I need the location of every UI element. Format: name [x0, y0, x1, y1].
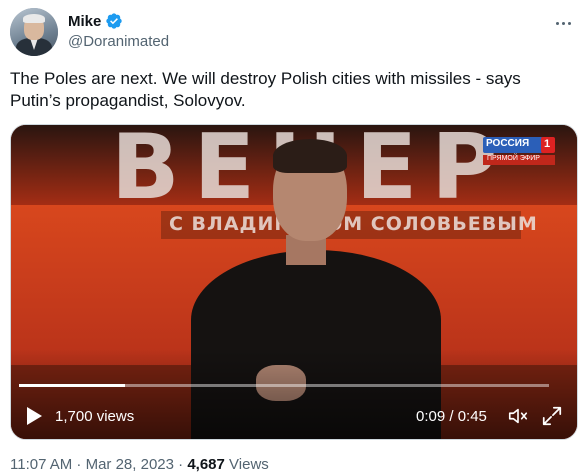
scene-person-hair: [273, 139, 347, 173]
volume-icon[interactable]: [507, 405, 529, 427]
meta-separator: ·: [178, 456, 184, 473]
more-dot: [561, 21, 565, 25]
avatar[interactable]: [10, 8, 58, 56]
tweet-header: Mike @Doranimated: [10, 8, 578, 58]
video-progress-fill: [19, 384, 125, 387]
view-count[interactable]: 4,687: [187, 456, 225, 473]
author-name[interactable]: Mike: [68, 13, 101, 30]
video-player[interactable]: ВЕЧЕР С ВЛАДИМИРОМ СОЛОВЬЕВЫМ РОССИЯ 1 П…: [10, 124, 578, 440]
channel-logo-number: 1: [544, 138, 551, 150]
video-timestamp: 0:09 / 0:45: [416, 408, 487, 425]
scene-subtitle: С ВЛАДИМИРОМ СОЛОВЬЕВЫМ: [169, 213, 538, 235]
fullscreen-icon[interactable]: [541, 405, 563, 427]
controls-overlay: [11, 349, 577, 439]
video-view-count: 1,700 views: [55, 408, 135, 425]
more-dot: [555, 21, 559, 25]
video-progress-bar[interactable]: [19, 384, 549, 387]
author-name-row: Mike: [68, 12, 123, 30]
channel-logo: РОССИЯ 1 ПРЯМОЙ ЭФИР: [483, 137, 555, 167]
author-handle[interactable]: @Doranimated: [68, 33, 169, 50]
tweet-text: The Poles are next. We will destroy Poli…: [10, 69, 521, 110]
view-label: Views: [229, 456, 269, 473]
tweet-meta: 11:07 AM · Mar 28, 2023 · 4,687 Views: [10, 456, 269, 473]
play-icon[interactable]: [25, 406, 43, 426]
more-options-icon[interactable]: [552, 14, 574, 32]
more-dot: [567, 21, 571, 25]
channel-strip-text: ПРЯМОЙ ЭФИР: [487, 155, 540, 162]
tweet-timestamp[interactable]: 11:07 AM · Mar 28, 2023: [10, 456, 174, 473]
verified-badge-icon: [105, 12, 123, 30]
avatar-figure-hair: [23, 14, 45, 23]
channel-logo-text: РОССИЯ: [486, 138, 530, 149]
